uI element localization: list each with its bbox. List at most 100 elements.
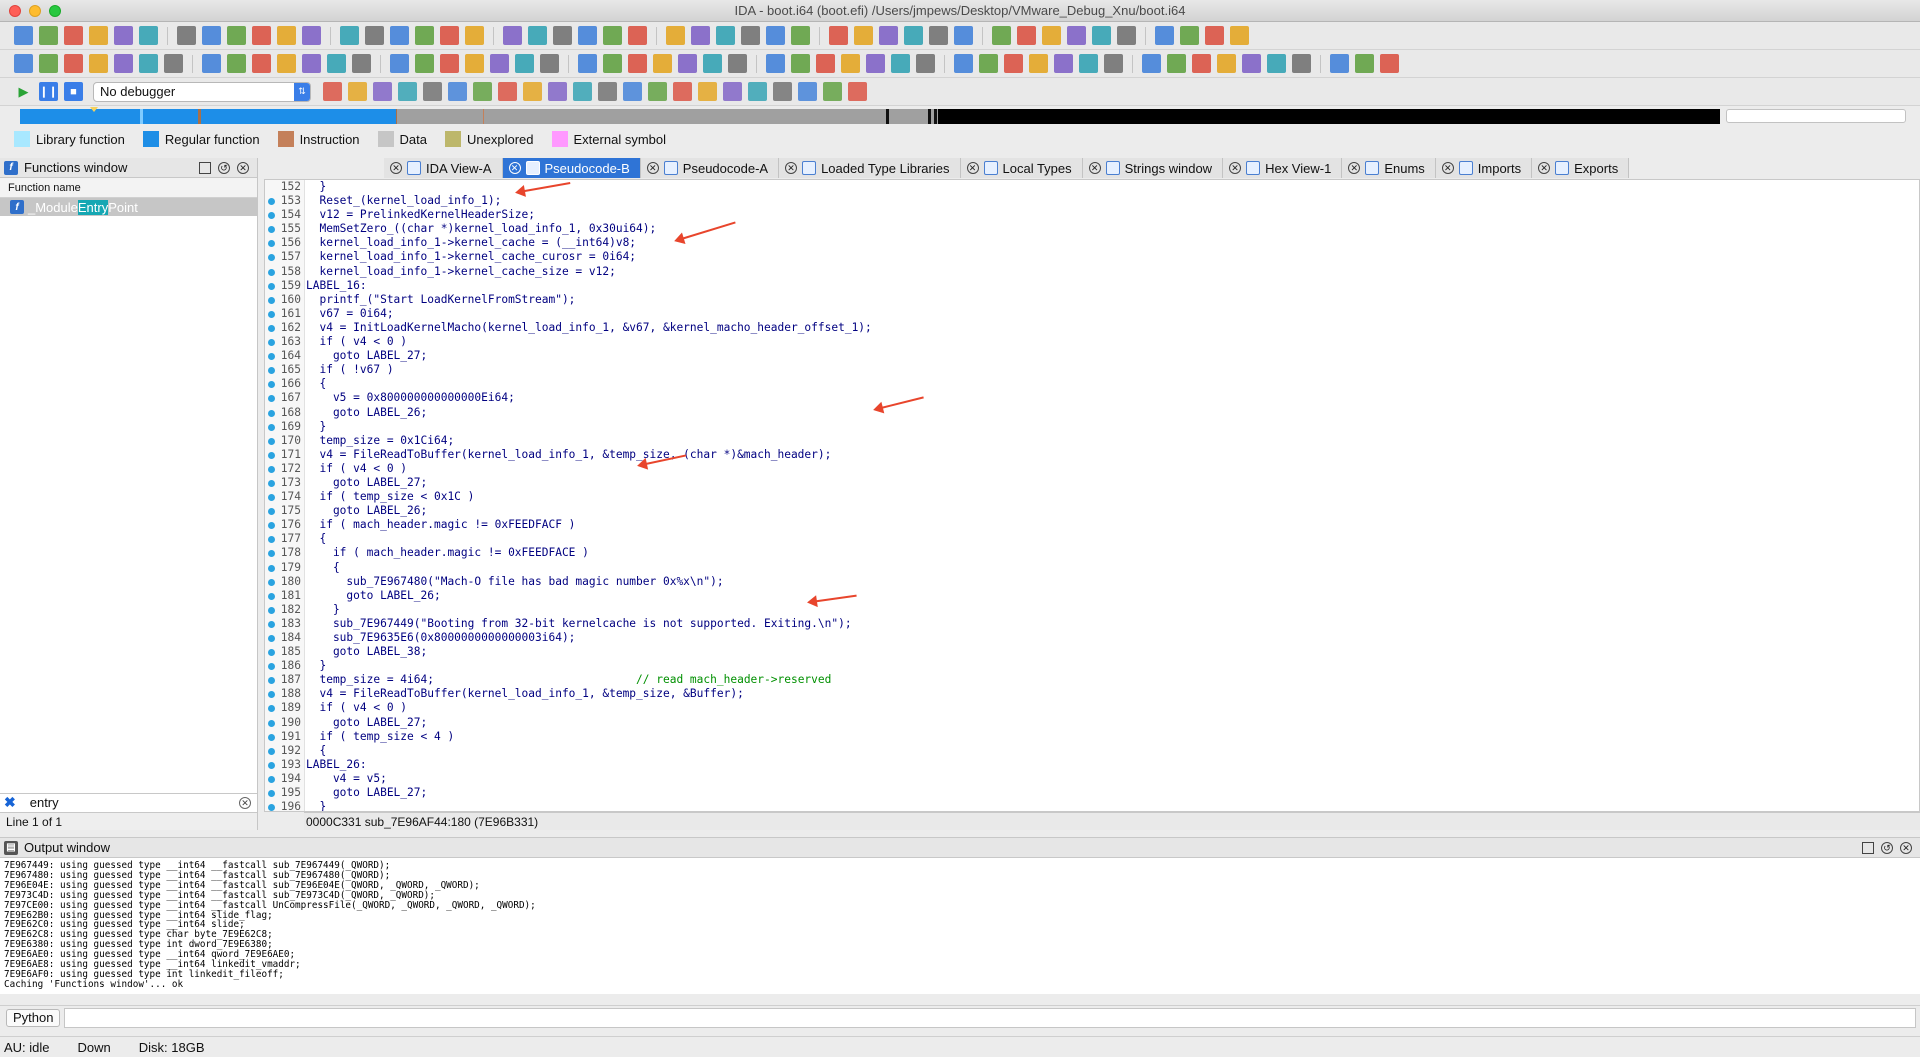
export-icon[interactable] <box>465 54 484 73</box>
code-text[interactable]: if ( mach_header.magic != 0xFEEDFACE ) <box>306 546 589 560</box>
breakpoint-marker-icon[interactable] <box>268 451 275 459</box>
code-icon[interactable] <box>1217 54 1236 73</box>
code-line[interactable]: 175 goto LABEL_26; <box>265 504 1919 518</box>
enum-icon[interactable] <box>829 26 848 45</box>
code-line[interactable]: 179 { <box>265 561 1919 575</box>
output-log[interactable]: 7E967449: using guessed type __int64 __f… <box>0 858 1920 990</box>
color-icon[interactable] <box>440 26 459 45</box>
struct-icon[interactable] <box>791 26 810 45</box>
debug-action-icon[interactable] <box>498 82 517 101</box>
close-pane-icon[interactable]: ✕ <box>1900 841 1912 854</box>
code-line[interactable]: 168 goto LABEL_26; <box>265 406 1919 420</box>
back-icon[interactable] <box>553 26 572 45</box>
breakpoint-marker-icon[interactable] <box>268 310 275 318</box>
breakpoint-marker-icon[interactable] <box>268 367 275 375</box>
breakpoint-marker-icon[interactable] <box>268 733 275 741</box>
function-icon[interactable] <box>691 26 710 45</box>
code-text[interactable]: printf_("Start LoadKernelFromStream"); <box>306 293 575 307</box>
forward-icon[interactable] <box>1054 54 1073 73</box>
navigation-address-field[interactable] <box>1726 109 1906 123</box>
breakpoint-marker-icon[interactable] <box>268 282 275 290</box>
debug-action-icon[interactable] <box>598 82 617 101</box>
functions-filter-input[interactable]: entry <box>30 795 59 810</box>
code-line[interactable]: 191 if ( temp_size < 4 ) <box>265 730 1919 744</box>
float-pane-icon[interactable] <box>1862 841 1874 854</box>
function-icon[interactable] <box>202 54 221 73</box>
navigation-band[interactable] <box>0 106 1920 126</box>
zoom-window-button[interactable] <box>49 4 61 17</box>
code-line[interactable]: 174 if ( temp_size < 0x1C ) <box>265 490 1919 504</box>
patch-icon[interactable] <box>891 54 910 73</box>
debug-action-icon[interactable] <box>823 82 842 101</box>
breakpoint-marker-icon[interactable] <box>268 296 275 304</box>
code-text[interactable]: sub_7E967449("Booting from 32-bit kernel… <box>306 617 852 631</box>
breakpoint-marker-icon[interactable] <box>268 198 275 206</box>
open-icon[interactable] <box>490 54 509 73</box>
forward-icon[interactable] <box>1067 26 1086 45</box>
breakpoint-marker-icon[interactable] <box>268 381 275 389</box>
code-line[interactable]: 178 if ( mach_header.magic != 0xFEEDFACE… <box>265 546 1919 560</box>
xref-icon[interactable] <box>365 26 384 45</box>
close-filter-icon[interactable]: ✖ <box>4 794 16 811</box>
minimize-window-button[interactable] <box>29 4 41 17</box>
breakpoint-marker-icon[interactable] <box>268 212 275 220</box>
debug-action-icon[interactable] <box>673 82 692 101</box>
graph-icon[interactable] <box>666 26 685 45</box>
code-line[interactable]: 163 if ( v4 < 0 ) <box>265 335 1919 349</box>
breakpoint-marker-icon[interactable] <box>268 353 275 361</box>
code-line[interactable]: 185 goto LABEL_38; <box>265 645 1919 659</box>
tab-enums[interactable]: ✕ Enums <box>1342 158 1436 178</box>
breakpoint-marker-icon[interactable] <box>268 620 275 628</box>
code-text[interactable]: if ( v4 < 0 ) <box>306 701 407 715</box>
segment-icon[interactable] <box>277 26 296 45</box>
data-icon[interactable] <box>716 26 735 45</box>
debug-action-icon[interactable] <box>423 82 442 101</box>
debug-action-icon[interactable] <box>723 82 742 101</box>
breakpoint-marker-icon[interactable] <box>268 635 275 642</box>
back-icon[interactable] <box>1042 26 1061 45</box>
code-line[interactable]: 181 goto LABEL_26; <box>265 589 1919 603</box>
save-icon[interactable] <box>39 26 58 45</box>
code-line[interactable]: 154 v12 = PrelinkedKernelHeaderSize; <box>265 208 1919 222</box>
tab-local-types[interactable]: ✕ Local Types <box>960 158 1083 178</box>
code-line[interactable]: 196 } <box>265 800 1919 811</box>
code-text[interactable]: if ( temp_size < 0x1C ) <box>306 490 474 504</box>
tab-imports[interactable]: ✕ Imports <box>1435 158 1533 178</box>
code-text[interactable]: goto LABEL_26; <box>306 589 440 603</box>
xref-icon[interactable] <box>854 26 873 45</box>
code-line[interactable]: 176 if ( mach_header.magic != 0xFEEDFACF… <box>265 518 1919 532</box>
code-text[interactable]: v5 = 0x800000000000000Ei64; <box>306 391 515 405</box>
close-tab-icon[interactable]: ✕ <box>1538 162 1551 174</box>
tab-loaded-type-libraries[interactable]: ✕ Loaded Type Libraries <box>779 158 961 178</box>
close-tab-icon[interactable]: ✕ <box>1229 162 1242 174</box>
code-line[interactable]: 193 LABEL_26: <box>265 758 1919 772</box>
data-icon[interactable] <box>1205 26 1224 45</box>
debug-action-icon[interactable] <box>373 82 392 101</box>
jump-icon[interactable] <box>1079 54 1098 73</box>
close-tab-icon[interactable]: ✕ <box>1441 162 1454 174</box>
jump-icon[interactable] <box>603 54 622 73</box>
enum-icon[interactable] <box>340 26 359 45</box>
code-text[interactable]: goto LABEL_27; <box>306 786 427 800</box>
function-icon[interactable] <box>1167 54 1186 73</box>
data-icon[interactable] <box>227 54 246 73</box>
jump-icon[interactable] <box>114 54 133 73</box>
search-icon[interactable] <box>139 26 158 45</box>
command-input[interactable] <box>64 1007 1916 1028</box>
function-icon[interactable] <box>678 54 697 73</box>
code-text[interactable]: if ( mach_header.magic != 0xFEEDFACF ) <box>306 518 575 532</box>
code-line[interactable]: 177 { <box>265 532 1919 546</box>
open-icon[interactable] <box>14 26 33 45</box>
search-icon[interactable] <box>628 54 647 73</box>
tab-ida-view-a[interactable]: ✕ IDA View-A <box>384 158 503 178</box>
code-line[interactable]: 187 temp_size = 4i64; // read mach_heade… <box>265 673 1919 687</box>
code-line[interactable]: 161 v67 = 0i64; <box>265 307 1919 321</box>
graph-icon[interactable] <box>653 54 672 73</box>
save-icon[interactable] <box>528 26 547 45</box>
data-icon[interactable] <box>703 54 722 73</box>
close-tab-icon[interactable]: ✕ <box>966 162 979 174</box>
restore-pane-icon[interactable]: ↺ <box>218 161 230 174</box>
breakpoint-marker-icon[interactable] <box>268 226 275 234</box>
breakpoint-marker-icon[interactable] <box>268 254 275 262</box>
breakpoint-marker-icon[interactable] <box>268 465 275 473</box>
